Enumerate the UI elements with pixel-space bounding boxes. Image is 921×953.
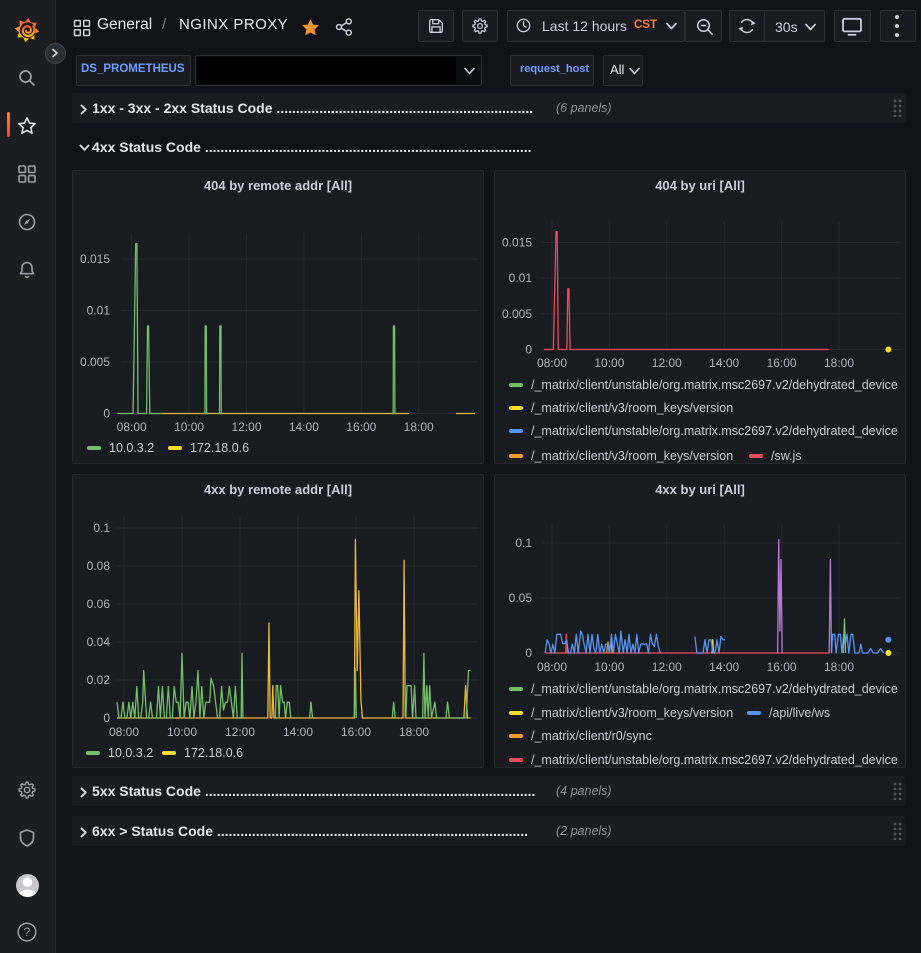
svg-text:0.04: 0.04	[87, 635, 111, 649]
svg-text:14:00: 14:00	[283, 725, 313, 739]
svg-text:0.015: 0.015	[80, 252, 110, 266]
svg-text:08:00: 08:00	[109, 725, 139, 739]
svg-text:14:00: 14:00	[289, 420, 319, 434]
svg-text:0.005: 0.005	[502, 307, 532, 321]
svg-text:16:00: 16:00	[767, 660, 797, 674]
svg-text:0.08: 0.08	[87, 559, 111, 573]
svg-text:16:00: 16:00	[346, 420, 376, 434]
svg-text:10:00: 10:00	[594, 356, 624, 370]
svg-text:14:00: 14:00	[709, 660, 739, 674]
svg-text:08:00: 08:00	[537, 356, 567, 370]
svg-text:0: 0	[525, 646, 532, 660]
svg-text:12:00: 12:00	[231, 420, 261, 434]
svg-text:0.1: 0.1	[515, 536, 532, 550]
svg-text:0.01: 0.01	[509, 271, 533, 285]
svg-text:0.015: 0.015	[502, 235, 532, 249]
svg-text:16:00: 16:00	[767, 356, 797, 370]
svg-text:0.05: 0.05	[509, 591, 533, 605]
svg-text:10:00: 10:00	[174, 420, 204, 434]
svg-text:18:00: 18:00	[824, 356, 854, 370]
svg-text:0.06: 0.06	[87, 597, 111, 611]
svg-text:14:00: 14:00	[709, 356, 739, 370]
svg-text:0: 0	[525, 343, 532, 357]
svg-text:0.01: 0.01	[87, 304, 111, 318]
svg-text:18:00: 18:00	[399, 725, 429, 739]
svg-text:12:00: 12:00	[652, 356, 682, 370]
svg-text:0: 0	[103, 711, 110, 725]
svg-text:?: ?	[24, 925, 31, 939]
svg-text:10:00: 10:00	[167, 725, 197, 739]
svg-text:0.005: 0.005	[80, 355, 110, 369]
svg-text:10:00: 10:00	[594, 660, 624, 674]
svg-text:18:00: 18:00	[404, 420, 434, 434]
svg-text:0: 0	[103, 407, 110, 421]
svg-text:0.02: 0.02	[87, 673, 111, 687]
svg-text:18:00: 18:00	[824, 660, 854, 674]
svg-text:08:00: 08:00	[117, 420, 147, 434]
svg-text:12:00: 12:00	[225, 725, 255, 739]
svg-text:16:00: 16:00	[341, 725, 371, 739]
svg-text:12:00: 12:00	[652, 660, 682, 674]
svg-text:0.1: 0.1	[93, 521, 110, 535]
svg-text:08:00: 08:00	[537, 660, 567, 674]
